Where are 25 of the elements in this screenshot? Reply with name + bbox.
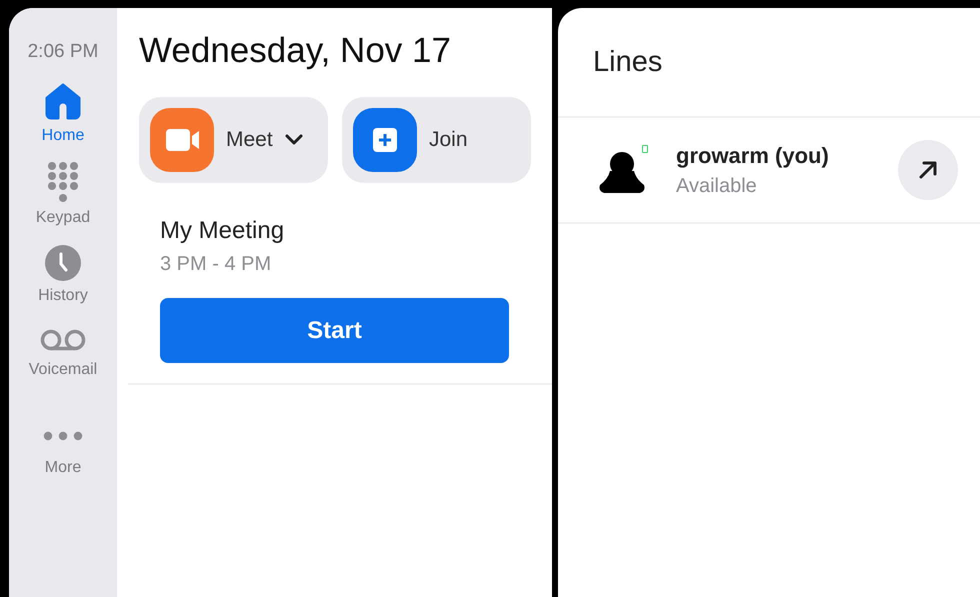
video-camera-icon	[150, 108, 214, 172]
home-icon	[43, 81, 83, 121]
date-heading: Wednesday, Nov 17	[139, 31, 452, 71]
line-row[interactable]: growarm (you) Available	[558, 116, 980, 224]
join-button[interactable]: Join	[342, 97, 531, 183]
chevron-down-icon	[284, 134, 303, 146]
nav-item[interactable]: Voicemail	[28, 329, 98, 379]
arrow-up-right-icon	[917, 159, 939, 181]
line-name: growarm (you)	[676, 142, 830, 168]
nav-item[interactable]: History	[38, 245, 88, 305]
meeting-time: 3 PM - 4 PM	[160, 253, 272, 276]
line-status: Available	[676, 174, 758, 198]
voicemail-icon	[40, 329, 86, 351]
meet-button[interactable]: Meet	[139, 97, 328, 183]
nav-item[interactable]: Keypad	[36, 161, 90, 227]
nav-item[interactable]: More	[43, 431, 83, 477]
panel-title: Lines	[593, 46, 664, 80]
plus-square-icon	[353, 108, 417, 172]
keypad-icon	[46, 161, 79, 203]
nav-item[interactable]: Home	[42, 81, 84, 145]
meeting-title: My Meeting	[160, 217, 284, 245]
clock-icon	[45, 245, 81, 281]
start-button[interactable]: Start	[160, 298, 509, 363]
clock-time: 2:06 PM	[28, 41, 98, 63]
more-icon	[43, 431, 83, 441]
